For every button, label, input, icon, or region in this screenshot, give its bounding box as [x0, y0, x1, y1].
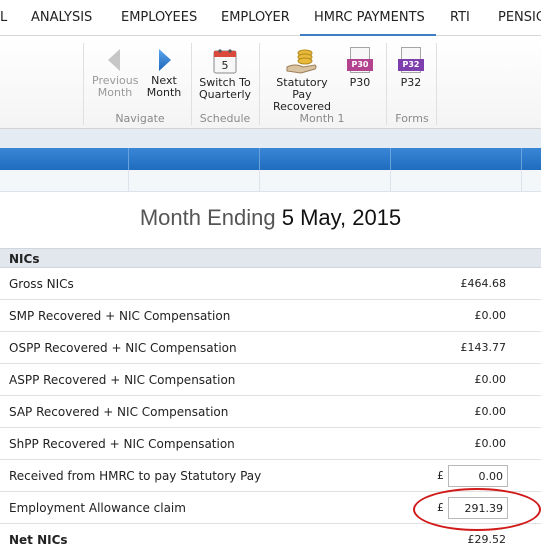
net-nics-label: Net NICs	[9, 533, 68, 547]
table-row: SMP Recovered + NIC Compensation £0.00	[0, 300, 541, 332]
ribbon-bottom-strip	[0, 129, 541, 148]
switch-to-quarterly-button[interactable]: 5 Switch To Quarterly	[196, 47, 254, 101]
currency-symbol: £	[437, 501, 444, 514]
row-value: £0.00	[474, 309, 507, 322]
tab-truncated[interactable]: L	[0, 0, 7, 36]
grid-row-divider	[128, 170, 129, 192]
page-title: Month Ending 5 May, 2015	[0, 205, 541, 231]
tab-employees[interactable]: EMPLOYEES	[121, 0, 197, 36]
row-value: £0.00	[474, 373, 507, 386]
ribbon-separator	[386, 43, 387, 125]
received-from-hmrc-label: Received from HMRC to pay Statutory Pay	[9, 469, 262, 483]
navigate-group-label: Navigate	[115, 112, 165, 125]
received-from-hmrc-input[interactable]	[448, 465, 508, 487]
p32-document-icon: P32	[398, 47, 424, 75]
ribbon-separator	[191, 43, 192, 125]
tab-employer[interactable]: EMPLOYER	[221, 0, 290, 36]
ribbon-toolbar: Previous Month Next Month Navigate 5 Swi…	[0, 37, 541, 129]
forms-group-label: Forms	[395, 112, 429, 125]
tab-analysis[interactable]: ANALYSIS	[31, 0, 92, 36]
previous-month-label-2: Month	[97, 86, 133, 99]
next-month-label-2: Month	[146, 86, 182, 99]
previous-month-button[interactable]: Previous Month	[92, 47, 139, 99]
tab-hmrc-payments[interactable]: HMRC PAYMENTS	[300, 0, 436, 36]
currency-symbol: £	[437, 469, 444, 482]
table-row: ShPP Recovered + NIC Compensation £0.00	[0, 428, 541, 460]
row-label: ASPP Recovered + NIC Compensation	[9, 373, 236, 387]
row-value: £143.77	[460, 341, 507, 354]
tab-pensions-truncated[interactable]: PENSIC	[498, 0, 541, 36]
p30-button[interactable]: P30 P30	[344, 47, 376, 89]
left-arrow-icon	[108, 49, 120, 71]
coins-hand-icon	[286, 49, 317, 74]
grid-header-divider	[521, 148, 522, 170]
calendar-icon: 5	[213, 49, 237, 74]
tab-rti[interactable]: RTI	[450, 0, 470, 36]
employment-allowance-input[interactable]	[448, 497, 508, 519]
nics-section-title: NICs	[9, 252, 40, 266]
p32-label: P32	[400, 76, 422, 89]
row-value: £0.00	[474, 437, 507, 450]
ribbon-separator	[83, 43, 84, 125]
row-value: £0.00	[474, 405, 507, 418]
switch-label-2: Quarterly	[198, 88, 252, 101]
net-nics-row: Net NICs £29.52	[0, 524, 541, 557]
grid-header-divider	[128, 148, 129, 170]
row-label: ShPP Recovered + NIC Compensation	[9, 437, 235, 451]
table-row: Gross NICs £464.68	[0, 268, 541, 300]
next-month-button[interactable]: Next Month	[142, 47, 186, 99]
row-label: Gross NICs	[9, 277, 74, 291]
grid-empty-row	[0, 170, 541, 192]
grid-row-divider	[390, 170, 391, 192]
employment-allowance-row: Employment Allowance claim £	[0, 492, 541, 524]
employment-allowance-label: Employment Allowance claim	[9, 501, 186, 515]
p32-badge: P32	[398, 59, 424, 71]
row-label: SAP Recovered + NIC Compensation	[9, 405, 229, 419]
net-nics-value: £29.52	[467, 533, 507, 546]
statutory-pay-recovered-button[interactable]: Statutory Pay Recovered	[266, 47, 338, 113]
p30-label: P30	[349, 76, 371, 89]
calendar-day-number: 5	[222, 59, 229, 72]
p30-badge: P30	[347, 59, 373, 71]
ribbon-separator	[259, 43, 260, 125]
title-prefix: Month Ending	[139, 205, 276, 230]
grid-header-divider	[390, 148, 391, 170]
p30-document-icon: P30	[347, 47, 373, 75]
grid-row-divider	[521, 170, 522, 192]
table-row: ASPP Recovered + NIC Compensation £0.00	[0, 364, 541, 396]
right-arrow-icon	[159, 49, 171, 71]
nics-section-header: NICs	[0, 248, 541, 268]
grid-row-divider	[259, 170, 260, 192]
row-value: £464.68	[460, 277, 507, 290]
grid-header-bar	[0, 148, 541, 170]
table-row: SAP Recovered + NIC Compensation £0.00	[0, 396, 541, 428]
ribbon-separator	[436, 43, 437, 125]
row-label: OSPP Recovered + NIC Compensation	[9, 341, 237, 355]
schedule-group-label: Schedule	[199, 112, 251, 125]
main-menu-bar: L ANALYSIS EMPLOYEES EMPLOYER HMRC PAYME…	[0, 0, 541, 36]
table-row: OSPP Recovered + NIC Compensation £143.7…	[0, 332, 541, 364]
row-label: SMP Recovered + NIC Compensation	[9, 309, 231, 323]
title-date: 5 May, 2015	[281, 205, 402, 230]
month-group-label: Month 1	[299, 112, 345, 125]
p32-button[interactable]: P32 P32	[395, 47, 427, 89]
statutory-label-1: Statutory Pay	[276, 76, 328, 101]
grid-header-divider	[259, 148, 260, 170]
received-from-hmrc-row: Received from HMRC to pay Statutory Pay …	[0, 460, 541, 492]
